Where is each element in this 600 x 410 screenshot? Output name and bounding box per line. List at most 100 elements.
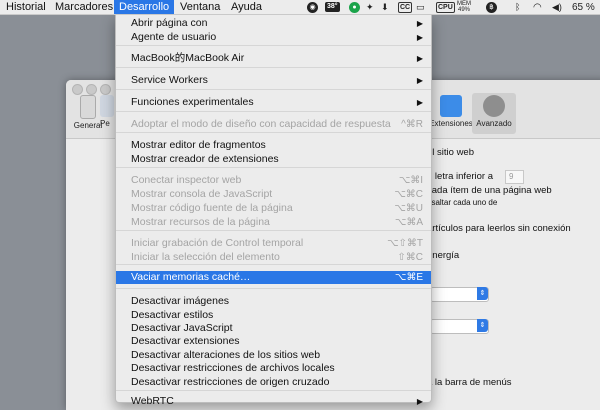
menu-item[interactable]: Abrir página con ▶ [116, 17, 431, 30]
menu-item-label: Desactivar alteraciones de los sitios we… [131, 349, 321, 361]
menu-item-label: Agente de usuario [131, 31, 217, 43]
menu-item[interactable]: Desactivar imágenes [116, 295, 431, 308]
menu-item-shortcut: ⌥⌘A [394, 217, 423, 228]
gear-icon [483, 95, 505, 117]
pref-line-5: artículos para leerlos sin conexión [427, 223, 571, 234]
temperature-badge[interactable]: 38° [325, 1, 340, 13]
menu-marcadores[interactable]: Marcadores [50, 0, 118, 14]
menu-item-label: Iniciar grabación de Control temporal [131, 237, 304, 249]
menu-item-label: Desactivar restricciones de archivos loc… [131, 362, 335, 374]
menu-item-shortcut: ⌥⌘C [394, 189, 423, 200]
menu-separator [116, 111, 431, 112]
chevron-updown-icon: ⇕ [477, 287, 488, 300]
submenu-arrow-icon: ▶ [416, 98, 423, 107]
status-circle-icon[interactable]: ● [349, 1, 360, 13]
menu-item[interactable]: Desactivar extensiones [116, 335, 431, 348]
menu-item[interactable]: Mostrar creador de extensiones [116, 153, 431, 166]
menu-item[interactable]: Service Workers ▶ [116, 74, 431, 87]
menu-separator [116, 230, 431, 231]
menu-item: Adoptar el modo de diseño con capacidad … [116, 118, 431, 131]
menu-item-label: Desactivar estilos [131, 309, 214, 321]
menu-separator [116, 45, 431, 46]
menu-item-label: Desactivar extensiones [131, 335, 240, 347]
menu-item-label: Mostrar creador de extensiones [131, 153, 279, 165]
menu-separator [116, 89, 431, 90]
pref-line-7: a la barra de menús [427, 377, 512, 388]
menu-desarrollo[interactable]: Desarrollo [114, 0, 175, 14]
menu-item[interactable]: Mostrar editor de fragmentos [116, 139, 431, 152]
close-window-button[interactable] [72, 84, 83, 95]
menu-item-label: Funciones experimentales [131, 96, 254, 108]
menu-item[interactable]: Desactivar JavaScript [116, 322, 431, 335]
pref-select-2[interactable]: ⇕ [430, 319, 489, 334]
menu-item-label: Desactivar imágenes [131, 295, 230, 307]
general-icon [80, 95, 96, 119]
menu-item-shortcut: ⌥⌘U [394, 203, 423, 214]
menu-item: Iniciar la selección del elemento ⇧⌘C [116, 251, 431, 264]
memory-value: 49% [457, 7, 470, 13]
cc-icon[interactable]: CC [398, 1, 413, 13]
tab-advanced[interactable]: Avanzado [472, 93, 516, 134]
pref-select-1[interactable]: ⇕ [430, 287, 489, 302]
bitcoin-icon[interactable]: ฿ [486, 1, 497, 13]
min-font-size-stepper[interactable]: 9 [505, 170, 524, 184]
pref-line-2: e letra inferior a [427, 171, 494, 182]
menu-item-shortcut: ⌥⌘E [394, 272, 423, 283]
menu-item-shortcut: ^⌘R [401, 119, 423, 130]
tab-pe-icon [100, 95, 114, 117]
menu-item: Iniciar grabación de Control temporal ⌥⇧⌘… [116, 237, 431, 250]
submenu-arrow-icon: ▶ [416, 33, 423, 42]
menu-item: Mostrar código fuente de la página ⌥⌘U [116, 202, 431, 215]
menu-item: Mostrar recursos de la página ⌥⌘A [116, 216, 431, 229]
extensions-icon [440, 95, 462, 117]
pref-line-1: el sitio web [427, 147, 474, 158]
menu-item-label: Mostrar recursos de la página [131, 216, 270, 228]
menu-item[interactable]: Desactivar estilos [116, 309, 431, 322]
menu-separator [116, 264, 431, 265]
menu-item-label: Adoptar el modo de diseño con capacidad … [131, 118, 391, 130]
menu-item[interactable]: Funciones experimentales ▶ [116, 96, 431, 109]
menu-ayuda[interactable]: Ayuda [226, 0, 267, 14]
tab-advanced-label: Avanzado [476, 119, 512, 128]
menu-item-label: Desactivar restricciones de origen cruza… [131, 376, 330, 388]
menu-ventana[interactable]: Ventana [175, 0, 225, 14]
menu-historial[interactable]: Historial [1, 0, 51, 14]
menu-item[interactable]: Desactivar alteraciones de los sitios we… [116, 349, 431, 362]
menu-item-label: WebRTC [131, 395, 174, 407]
download-icon[interactable]: ⬇ [381, 1, 389, 13]
menu-item[interactable]: Desactivar restricciones de archivos loc… [116, 362, 431, 375]
dropbox-icon[interactable]: ✦ [366, 1, 374, 13]
menu-item-label: Vaciar memorias caché… [131, 271, 251, 283]
desarrollo-menu: Abrir página con ▶ Agente de usuario ▶ MacBo… [115, 14, 432, 407]
wifi-icon[interactable]: ◠ [533, 1, 542, 13]
menu-separator [116, 167, 431, 168]
menu-separator [116, 390, 431, 391]
pref-line-3: cada ítem de una página web [427, 185, 552, 196]
menu-item[interactable]: Agente de usuario ▶ [116, 31, 431, 44]
menu-item: Conectar inspector web ⌥⌘I [116, 174, 431, 187]
tab-general-label: General [73, 121, 103, 130]
menu-item-shortcut: ⇧⌘C [397, 252, 423, 263]
status-app-icon[interactable]: ◉ [307, 1, 318, 13]
minimize-window-button[interactable] [86, 84, 97, 95]
cpu-badge[interactable]: CPU [436, 1, 455, 13]
menu-item[interactable]: Vaciar memorias caché… ⌥⌘E [116, 271, 431, 284]
menu-bar: Historial Marcadores Desarrollo Ventana … [0, 0, 600, 15]
menu-item-label: Desactivar JavaScript [131, 322, 233, 334]
monitor-icon[interactable]: ▭ [416, 1, 425, 13]
memory-stat[interactable]: MEM 49% [457, 1, 471, 13]
menu-item-label: Iniciar la selección del elemento [131, 251, 280, 263]
battery-percent[interactable]: 65 % [572, 1, 595, 13]
volume-icon[interactable]: ◀) [552, 1, 562, 13]
menu-separator [116, 67, 431, 68]
bluetooth-icon[interactable]: ᛒ [515, 1, 520, 13]
zoom-window-button[interactable] [100, 84, 111, 95]
menu-item[interactable]: Desactivar restricciones de origen cruza… [116, 376, 431, 389]
tab-extensions[interactable]: Extensiones [427, 95, 475, 128]
menu-item-label: Service Workers [131, 74, 208, 86]
menu-item[interactable]: MacBook的MacBook Air ▶ [116, 52, 431, 65]
tab-pe[interactable]: Pe [100, 95, 114, 128]
menu-item-label: MacBook的MacBook Air [131, 52, 245, 64]
chevron-updown-icon: ⇕ [477, 319, 488, 332]
pref-line-4: esaltar cada uno de [427, 198, 498, 207]
